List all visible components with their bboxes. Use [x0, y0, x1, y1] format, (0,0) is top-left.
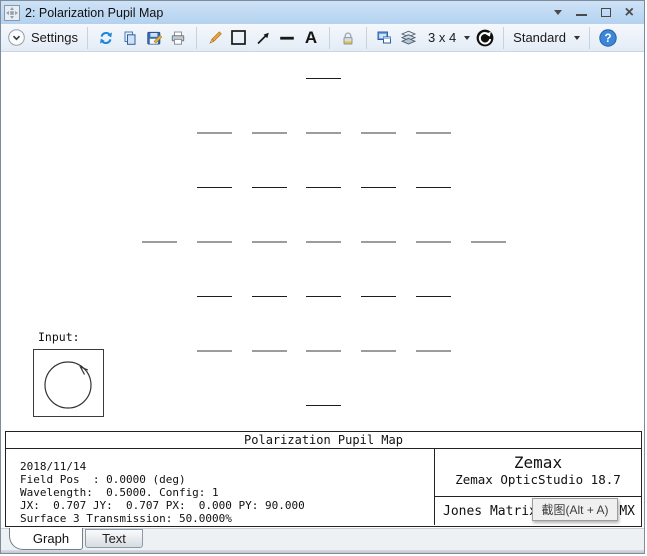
file-name-right: MX	[619, 503, 635, 519]
tab-graph[interactable]: Graph	[9, 528, 83, 550]
screenshot-tooltip: 截图(Alt + A)	[532, 498, 618, 521]
polarization-segment	[306, 295, 342, 297]
field-pos-text: Field Pos : 0.0000 (deg)	[20, 473, 186, 486]
brand-cell: Zemax Zemax OpticStudio 18.7	[435, 449, 641, 497]
polarization-segment	[361, 186, 397, 188]
polarization-segment	[251, 186, 287, 188]
polarization-segment	[306, 77, 342, 79]
titlebar[interactable]: 2: Polarization Pupil Map ×	[1, 1, 644, 24]
plot-client-area: Input: Polarization Pupil Map 2018/11/14…	[1, 52, 644, 528]
polarization-segment	[196, 131, 232, 134]
polarization-segment	[196, 349, 232, 352]
polarization-segment	[142, 240, 177, 243]
app-window: 2: Polarization Pupil Map × Settings A 3…	[0, 0, 645, 554]
polarization-segment	[251, 131, 287, 134]
chevron-down-icon[interactable]	[573, 35, 580, 40]
polarization-segment	[306, 404, 342, 406]
polarization-segment	[196, 240, 232, 243]
brand-name: Zemax	[513, 453, 563, 472]
close-icon[interactable]: ×	[625, 4, 634, 20]
circular-polarization-icon	[44, 361, 92, 409]
settings-chevron-icon[interactable]	[7, 29, 25, 47]
toolbar-separator	[86, 26, 88, 49]
svg-text:?: ?	[604, 33, 611, 45]
windows-icon[interactable]	[376, 29, 394, 47]
plot-title: Polarization Pupil Map	[6, 432, 641, 449]
help-icon[interactable]: ?	[599, 28, 617, 47]
file-name-left: Jones Matrix	[443, 503, 537, 519]
grid-size-dropdown[interactable]: 3 x 4	[428, 30, 456, 45]
layout-dropdown[interactable]: Standard	[513, 30, 566, 45]
chevron-down-icon[interactable]	[464, 35, 471, 40]
polarization-segment	[416, 186, 451, 188]
tab-text[interactable]: Text	[85, 529, 143, 548]
polarization-segment	[416, 295, 451, 297]
polarization-segment	[306, 186, 342, 188]
refresh-icon[interactable]	[97, 29, 115, 47]
window-bottom-frame	[1, 550, 644, 553]
rectangle-tool-icon[interactable]	[230, 29, 248, 47]
input-label: Input:	[38, 330, 80, 344]
polarization-segment	[306, 131, 342, 134]
maximize-icon[interactable]	[600, 8, 611, 17]
polarization-segment	[416, 349, 451, 352]
window-menu-icon[interactable]	[553, 10, 562, 15]
transmission-text: Surface 3 Transmission: 50.0000%	[20, 512, 232, 525]
polarization-segment	[196, 186, 232, 188]
copy-icon[interactable]	[121, 29, 139, 47]
polarization-segment	[251, 240, 287, 243]
polarization-segment	[306, 240, 342, 243]
print-icon[interactable]	[169, 29, 187, 47]
polarization-segment	[251, 295, 287, 297]
polarization-segment	[361, 131, 397, 134]
toolbar-separator	[365, 26, 367, 49]
toolbar-separator	[503, 26, 505, 49]
window-controls: ×	[553, 4, 638, 20]
plot-metadata: 2018/11/14 Field Pos : 0.0000 (deg) Wave…	[6, 449, 434, 525]
polarization-segment	[416, 240, 451, 243]
wavelength-text: Wavelength: 0.5000. Config: 1	[20, 486, 219, 499]
polarization-segment	[251, 349, 287, 352]
polarization-segment	[361, 295, 397, 297]
window-title: 2: Polarization Pupil Map	[25, 5, 164, 20]
toolbar: Settings A 3 x 4 Standard ?	[1, 24, 644, 52]
line-tool-icon[interactable]	[278, 29, 296, 47]
toolbar-separator	[195, 26, 197, 49]
toolbar-separator	[588, 26, 590, 49]
polarization-segment	[416, 131, 451, 134]
polarization-segment	[361, 240, 397, 243]
app-icon	[4, 4, 20, 21]
lock-icon[interactable]	[339, 29, 357, 47]
polarization-segment	[470, 240, 506, 243]
tab-bar: Graph Text	[1, 528, 644, 550]
reset-icon[interactable]	[476, 29, 494, 47]
settings-button[interactable]: Settings	[31, 30, 78, 45]
save-icon[interactable]	[145, 29, 163, 47]
input-polarization-box	[33, 349, 104, 417]
layers-icon[interactable]	[400, 29, 418, 47]
date-text: 2018/11/14	[20, 460, 87, 473]
minimize-icon[interactable]	[575, 13, 587, 16]
polarization-segment	[306, 349, 342, 352]
polarization-segment	[361, 349, 397, 352]
jones-vector-text: JX: 0.707 JY: 0.707 PX: 0.000 PY: 90.000	[20, 499, 305, 512]
text-tool-icon[interactable]: A	[302, 29, 320, 47]
pencil-icon[interactable]	[206, 29, 224, 47]
arrow-tool-icon[interactable]	[254, 29, 272, 47]
polarization-segment	[196, 295, 232, 297]
toolbar-separator	[328, 26, 330, 49]
brand-version: Zemax OpticStudio 18.7	[455, 472, 621, 487]
